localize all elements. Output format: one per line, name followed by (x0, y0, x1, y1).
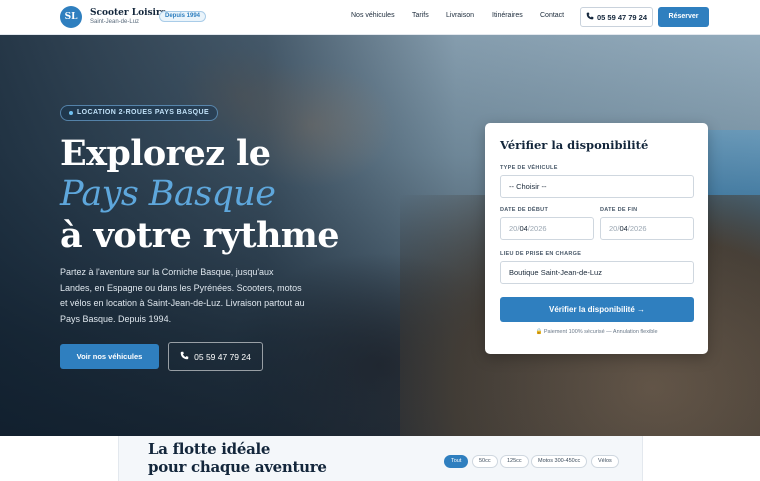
end-date-input[interactable]: 20/04/2026 (600, 217, 694, 240)
view-vehicles-button[interactable]: Voir nos véhicules (60, 344, 159, 369)
nav-link-contact[interactable]: Contact (540, 12, 564, 19)
hero-description: Partez à l'aventure sur la Corniche Basq… (60, 267, 305, 324)
vehicle-type-select[interactable]: -- Choisir -- (500, 175, 694, 198)
hero-title-line2: Pays Basque (60, 174, 276, 214)
start-date-label: DATE DE DÉBUT (500, 207, 549, 213)
phone-button[interactable]: 05 59 47 79 24 (580, 7, 653, 27)
nav-link-livraison[interactable]: Livraison (446, 12, 474, 19)
location-badge-label: LOCATION 2-ROUES PAYS BASQUE (77, 109, 210, 116)
hero-phone-number: 05 59 47 79 24 (194, 351, 251, 362)
start-date-month: 04 (519, 224, 528, 233)
start-date-year: 2026 (529, 224, 547, 233)
hero-title-line1: Explorez le (60, 133, 271, 174)
vehicle-type-label: TYPE DE VÉHICULE (500, 165, 558, 171)
nav-link-itineraires[interactable]: Itinéraires (492, 12, 523, 19)
start-date-day: 20 (509, 224, 518, 233)
secure-payment-note: 🔒 Paiement 100% sécurisé — Annulation fl… (535, 329, 658, 335)
top-navbar: SL Scooter Loisirs Saint-Jean-de-Luz Dep… (0, 0, 760, 35)
logo[interactable]: SL (60, 6, 82, 28)
start-date-input[interactable]: 20/04/2026 (500, 217, 594, 240)
fleet-title-line1: La flotte idéale (148, 440, 271, 458)
availability-card: Vérifier la disponibilité TYPE DE VÉHICU… (485, 123, 708, 354)
nav-link-vehicules[interactable]: Nos véhicules (351, 12, 395, 19)
check-availability-button[interactable]: Vérifier la disponibilité → (500, 297, 694, 322)
hero-title-line3: à votre rythme (60, 215, 340, 256)
fleet-title-line2: pour chaque aventure (148, 458, 327, 476)
phone-number: 05 59 47 79 24 (596, 12, 648, 22)
pickup-location-select[interactable]: Boutique Saint-Jean-de-Luz (500, 261, 694, 284)
fleet-section (0, 436, 760, 481)
brand-name[interactable]: Scooter Loisirs (90, 8, 166, 18)
end-date-month: 04 (619, 224, 628, 233)
filter-chip-velos[interactable]: Vélos (591, 455, 619, 468)
filter-chip-50cc[interactable]: 50cc (472, 455, 498, 468)
location-badge: LOCATION 2-ROUES PAYS BASQUE (60, 105, 219, 121)
end-date-day: 20 (609, 224, 618, 233)
nav-link-tarifs[interactable]: Tarifs (412, 12, 429, 19)
brand-location: Saint-Jean-de-Luz (90, 19, 140, 25)
reserve-button[interactable]: Réserver (658, 7, 709, 27)
hero-phone-button[interactable]: 05 59 47 79 24 (168, 342, 263, 371)
availability-card-title: Vérifier la disponibilité (500, 138, 649, 152)
phone-icon (180, 351, 189, 362)
pickup-location-label: LIEU DE PRISE EN CHARGE (500, 251, 582, 257)
phone-icon (586, 12, 594, 22)
fleet-title: La flotte idéale pour chaque aventure (148, 440, 327, 476)
filter-chip-motos[interactable]: Motos 300-450cc (531, 455, 588, 468)
filter-chip-125cc[interactable]: 125cc (500, 455, 529, 468)
badge-dot-icon (69, 111, 73, 115)
end-date-year: 2026 (629, 224, 647, 233)
since-badge: Depuis 1994 (159, 11, 207, 22)
end-date-label: DATE DE FIN (600, 207, 638, 213)
filter-chip-tout[interactable]: Tout (444, 455, 469, 468)
